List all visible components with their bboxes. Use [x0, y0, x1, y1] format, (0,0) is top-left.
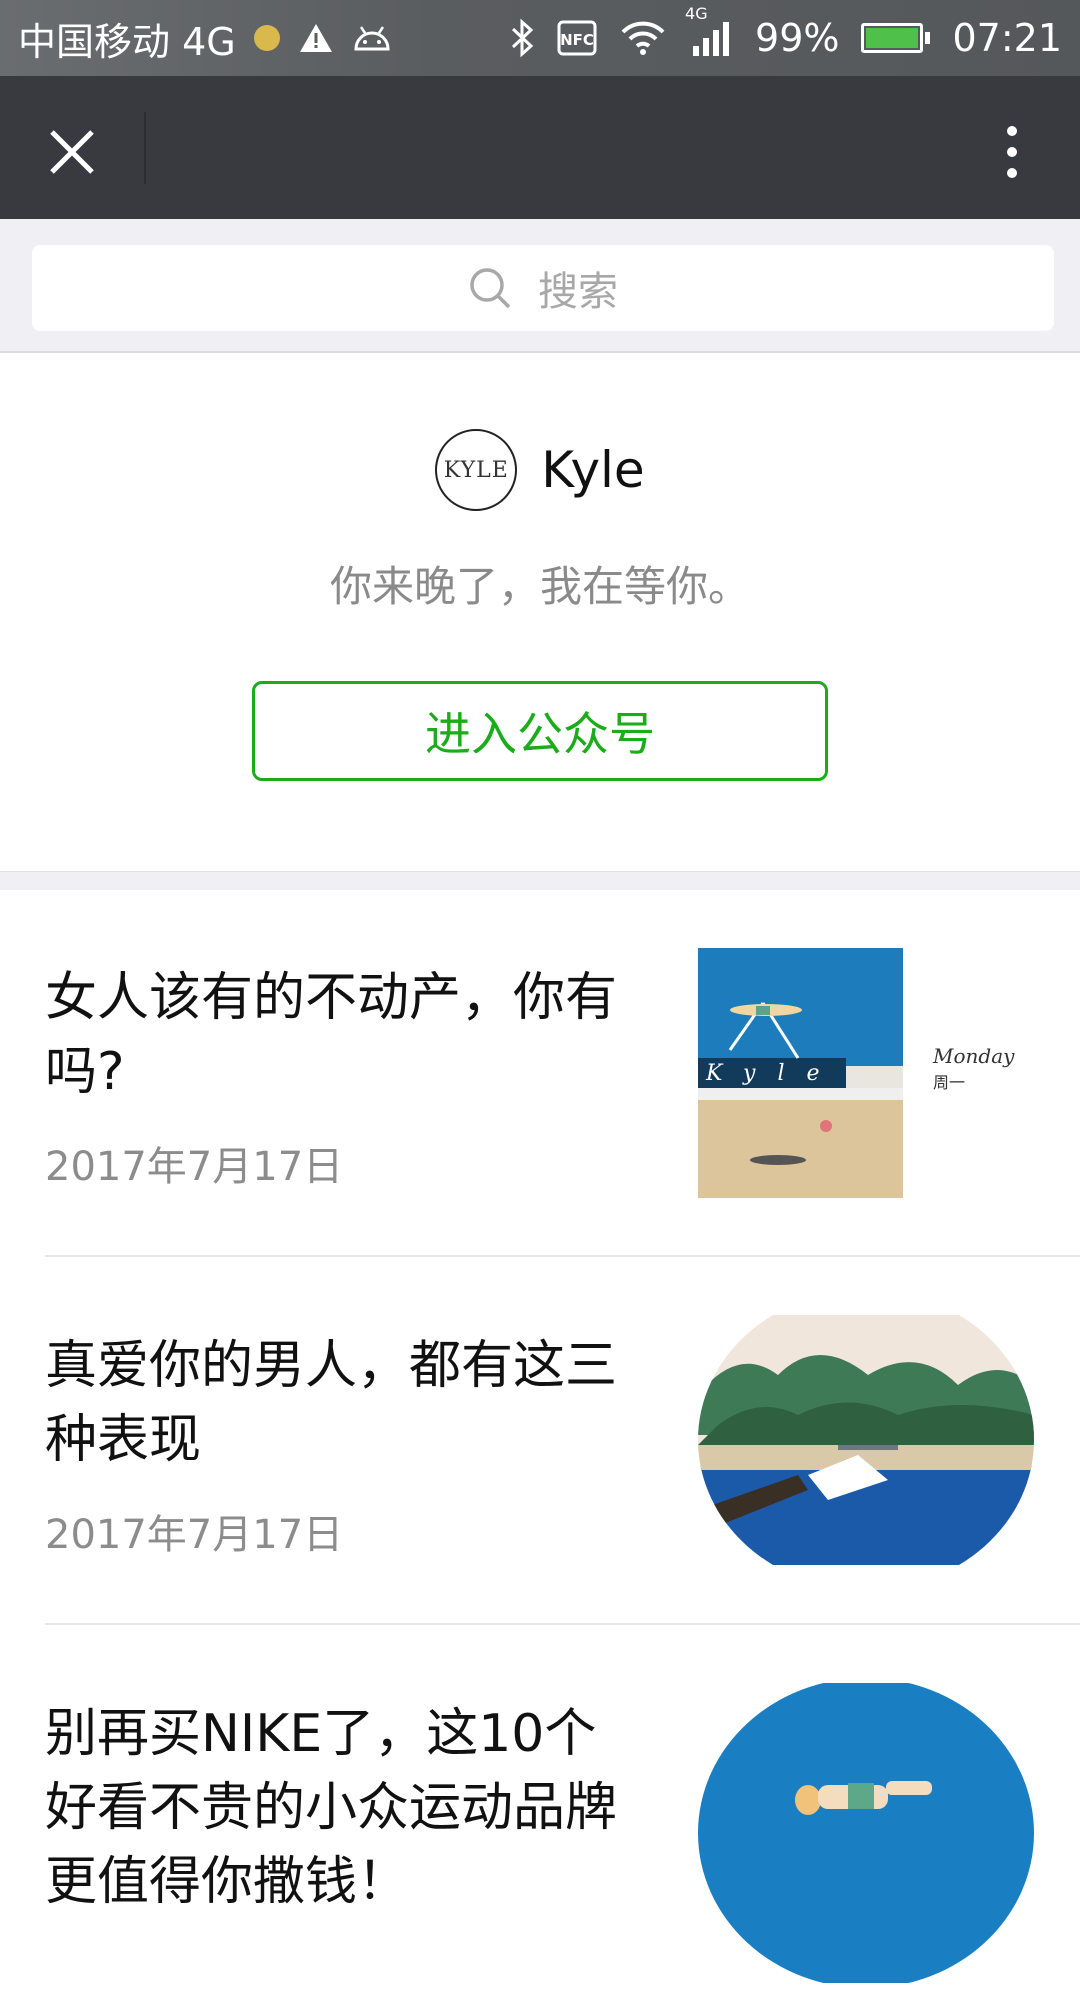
search-placeholder: 搜索 [538, 269, 618, 315]
thumbnail-caption: Kyle [705, 1061, 842, 1086]
avatar: KYLE [435, 429, 518, 511]
clock: 07:21 [952, 16, 1062, 60]
account-name: Kyle [541, 441, 645, 499]
carrier-label: 中国移动 4G [18, 19, 236, 64]
article-thumbnail[interactable] [698, 1683, 1034, 1983]
list-item[interactable]: 别再买NIKE了，这10个好看不贵的小众运动品牌更值得你撒钱！ [0, 1625, 1080, 1993]
account-profile: KYLE Kyle 你来晚了，我在等你。 进入公众号 [0, 353, 1080, 871]
battery-percent: 99% [755, 16, 840, 60]
android-icon [352, 23, 392, 53]
list-item[interactable]: 真爱你的男人，都有这三种表现 2017年7月17日 [0, 1257, 1080, 1625]
svg-text:NFC: NFC [560, 31, 594, 49]
bluetooth-icon [509, 18, 535, 58]
notification-dot-icon [253, 25, 280, 51]
wifi-icon [619, 20, 667, 56]
avatar-logo-text: KYLE [443, 457, 509, 483]
search-area: 搜索 [0, 219, 1080, 353]
nav-bar [0, 76, 1080, 219]
signal-icon: 4G [685, 4, 733, 58]
more-vertical-icon [1007, 126, 1017, 136]
section-divider [0, 871, 1080, 890]
article-title[interactable]: 别再买NIKE了，这10个好看不贵的小众运动品牌更值得你撒钱！ [45, 1697, 645, 1919]
search-icon [470, 268, 511, 309]
nav-divider [144, 112, 146, 184]
close-button[interactable] [36, 116, 108, 188]
article-date: 2017年7月17日 [45, 1512, 344, 1558]
enter-account-button[interactable]: 进入公众号 [252, 681, 828, 781]
search-input[interactable]: 搜索 [32, 245, 1054, 331]
status-bar: 中国移动 4G NFC 4G 99% 07:21 [0, 0, 1080, 76]
account-description: 你来晚了，我在等你。 [329, 562, 750, 611]
thumbnail-tag: Monday [932, 1044, 1015, 1068]
article-thumbnail[interactable]: Kyle Monday 周一 [698, 948, 1034, 1198]
thumbnail-tag-cn: 周一 [933, 1073, 965, 1092]
nfc-icon: NFC [557, 20, 597, 56]
article-title[interactable]: 真爱你的男人，都有这三种表现 [45, 1329, 645, 1477]
list-item[interactable]: 女人该有的不动产，你有吗? 2017年7月17日 Kyle Monday 周一 [0, 889, 1080, 1257]
article-thumbnail[interactable] [698, 1315, 1034, 1565]
article-date: 2017年7月17日 [45, 1144, 344, 1190]
warning-icon [298, 22, 334, 54]
close-icon [50, 130, 94, 174]
network-badge: 4G [685, 4, 708, 23]
article-title[interactable]: 女人该有的不动产，你有吗? [45, 961, 645, 1109]
battery-icon [861, 23, 931, 53]
article-list: 女人该有的不动产，你有吗? 2017年7月17日 Kyle Monday 周一 [0, 889, 1080, 1993]
more-button[interactable] [976, 112, 1048, 192]
